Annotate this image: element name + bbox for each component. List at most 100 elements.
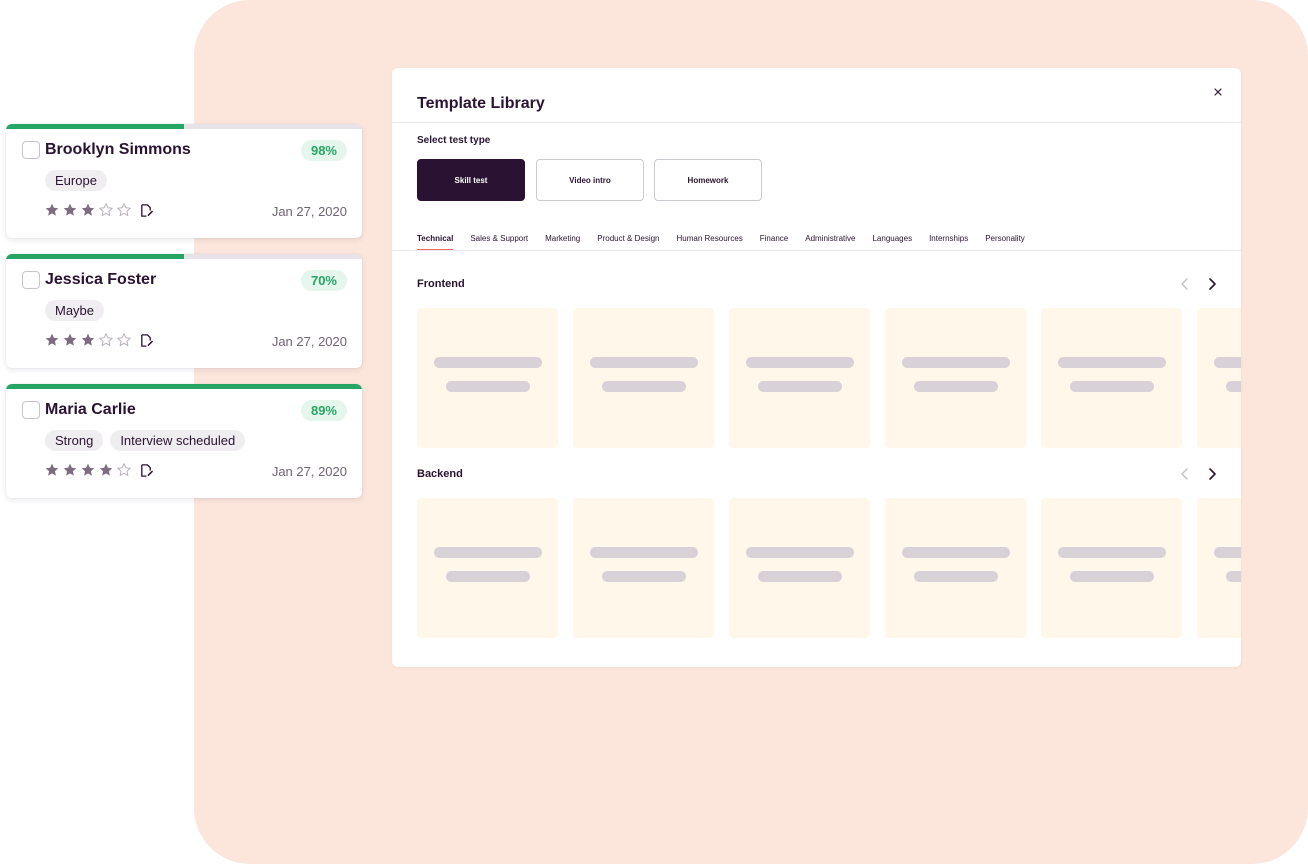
- score-badge: 89%: [300, 400, 347, 421]
- candidate-card[interactable]: Maria Carlie 89% Strong Interview schedu…: [6, 384, 362, 498]
- star-filled-icon[interactable]: [80, 332, 96, 348]
- star-filled-icon[interactable]: [44, 462, 60, 478]
- candidate-tag[interactable]: Interview scheduled: [110, 430, 246, 451]
- star-filled-icon[interactable]: [44, 202, 60, 218]
- skeleton-line: [446, 571, 530, 582]
- template-card-placeholder[interactable]: [1197, 498, 1241, 638]
- template-card-placeholder[interactable]: [1041, 308, 1182, 448]
- candidate-tags: Strong Interview scheduled: [45, 430, 246, 451]
- header-divider: [392, 122, 1241, 123]
- star-empty-icon[interactable]: [116, 462, 132, 478]
- template-card-placeholder[interactable]: [417, 498, 558, 638]
- skeleton-line: [758, 571, 842, 582]
- candidate-name[interactable]: Maria Carlie: [45, 401, 136, 419]
- note-edit-icon[interactable]: [139, 463, 154, 478]
- tab-languages[interactable]: Languages: [872, 234, 912, 249]
- star-filled-icon[interactable]: [62, 332, 78, 348]
- tab-finance[interactable]: Finance: [760, 234, 788, 249]
- skeleton-line: [590, 547, 698, 558]
- star-rating[interactable]: [44, 202, 154, 218]
- candidate-tag[interactable]: Europe: [45, 170, 107, 191]
- chevron-right-icon[interactable]: [1205, 467, 1219, 481]
- test-type-video-intro-button[interactable]: Video intro: [536, 159, 644, 201]
- close-icon[interactable]: [1210, 84, 1226, 100]
- star-filled-icon[interactable]: [80, 202, 96, 218]
- note-edit-icon[interactable]: [139, 333, 154, 348]
- tab-administrative[interactable]: Administrative: [805, 234, 855, 249]
- template-card-placeholder[interactable]: [729, 308, 870, 448]
- star-empty-icon[interactable]: [98, 202, 114, 218]
- template-card-placeholder[interactable]: [573, 308, 714, 448]
- note-edit-icon[interactable]: [139, 203, 154, 218]
- skeleton-line: [1070, 381, 1154, 392]
- tab-internships[interactable]: Internships: [929, 234, 968, 249]
- score-badge: 98%: [300, 140, 347, 161]
- star-filled-icon[interactable]: [44, 332, 60, 348]
- star-empty-icon[interactable]: [116, 332, 132, 348]
- skeleton-line: [746, 547, 854, 558]
- skeleton-line: [1214, 547, 1241, 558]
- candidate-checkbox[interactable]: [22, 141, 40, 159]
- star-filled-icon[interactable]: [62, 462, 78, 478]
- test-type-skill-test-button[interactable]: Skill test: [417, 159, 525, 201]
- candidate-progress-fill: [6, 254, 184, 259]
- star-empty-icon[interactable]: [98, 332, 114, 348]
- candidate-card[interactable]: Brooklyn Simmons 98% Europe Jan 27, 2020: [6, 124, 362, 238]
- chevron-left-icon[interactable]: [1178, 467, 1192, 481]
- skeleton-line: [902, 357, 1010, 368]
- candidate-checkbox[interactable]: [22, 401, 40, 419]
- skeleton-line: [446, 381, 530, 392]
- candidate-tag[interactable]: Strong: [45, 430, 104, 451]
- modal-title: Template Library: [417, 95, 545, 112]
- tab-product-design[interactable]: Product & Design: [597, 234, 659, 249]
- tab-marketing[interactable]: Marketing: [545, 234, 580, 249]
- candidate-checkbox[interactable]: [22, 271, 40, 289]
- tab-human-resources[interactable]: Human Resources: [677, 234, 743, 249]
- test-type-homework-button[interactable]: Homework: [654, 159, 762, 201]
- template-card-placeholder[interactable]: [573, 498, 714, 638]
- star-filled-icon[interactable]: [62, 202, 78, 218]
- skeleton-line: [434, 357, 542, 368]
- candidate-progress-bar: [6, 124, 362, 129]
- section-title-frontend: Frontend: [417, 278, 465, 290]
- skeleton-line: [758, 381, 842, 392]
- star-filled-icon[interactable]: [98, 462, 114, 478]
- candidate-card[interactable]: Jessica Foster 70% Maybe Jan 27, 2020: [6, 254, 362, 368]
- template-card-placeholder[interactable]: [885, 308, 1026, 448]
- category-tabs: Technical Sales & Support Marketing Prod…: [417, 234, 1042, 251]
- skeleton-line: [1226, 571, 1241, 582]
- skeleton-line: [746, 357, 854, 368]
- template-card-placeholder[interactable]: [1197, 308, 1241, 448]
- candidate-tags: Maybe: [45, 300, 105, 321]
- candidate-date: Jan 27, 2020: [271, 464, 347, 479]
- template-card-placeholder[interactable]: [1041, 498, 1182, 638]
- star-rating[interactable]: [44, 332, 154, 348]
- star-filled-icon[interactable]: [80, 462, 96, 478]
- skeleton-line: [602, 381, 686, 392]
- skeleton-line: [602, 571, 686, 582]
- template-card-placeholder[interactable]: [885, 498, 1026, 638]
- tab-personality[interactable]: Personality: [985, 234, 1025, 249]
- tab-sales-support[interactable]: Sales & Support: [470, 234, 528, 249]
- candidate-progress-bar: [6, 254, 362, 259]
- skeleton-line: [1058, 547, 1166, 558]
- candidate-name[interactable]: Brooklyn Simmons: [45, 141, 191, 159]
- chevron-left-icon[interactable]: [1178, 277, 1192, 291]
- skeleton-line: [1070, 571, 1154, 582]
- candidate-date: Jan 27, 2020: [271, 204, 347, 219]
- candidate-tag[interactable]: Maybe: [45, 300, 105, 321]
- skeleton-line: [1226, 381, 1241, 392]
- template-card-placeholder[interactable]: [729, 498, 870, 638]
- score-badge: 70%: [300, 270, 347, 291]
- template-card-placeholder[interactable]: [417, 308, 558, 448]
- star-empty-icon[interactable]: [116, 202, 132, 218]
- backend-template-row: [417, 498, 1241, 638]
- candidate-name[interactable]: Jessica Foster: [45, 271, 156, 289]
- candidate-progress-fill: [6, 384, 362, 389]
- tab-technical[interactable]: Technical: [417, 234, 454, 251]
- candidate-progress-bar: [6, 384, 362, 389]
- chevron-right-icon[interactable]: [1205, 277, 1219, 291]
- candidate-date: Jan 27, 2020: [271, 334, 347, 349]
- skeleton-line: [590, 357, 698, 368]
- star-rating[interactable]: [44, 462, 154, 478]
